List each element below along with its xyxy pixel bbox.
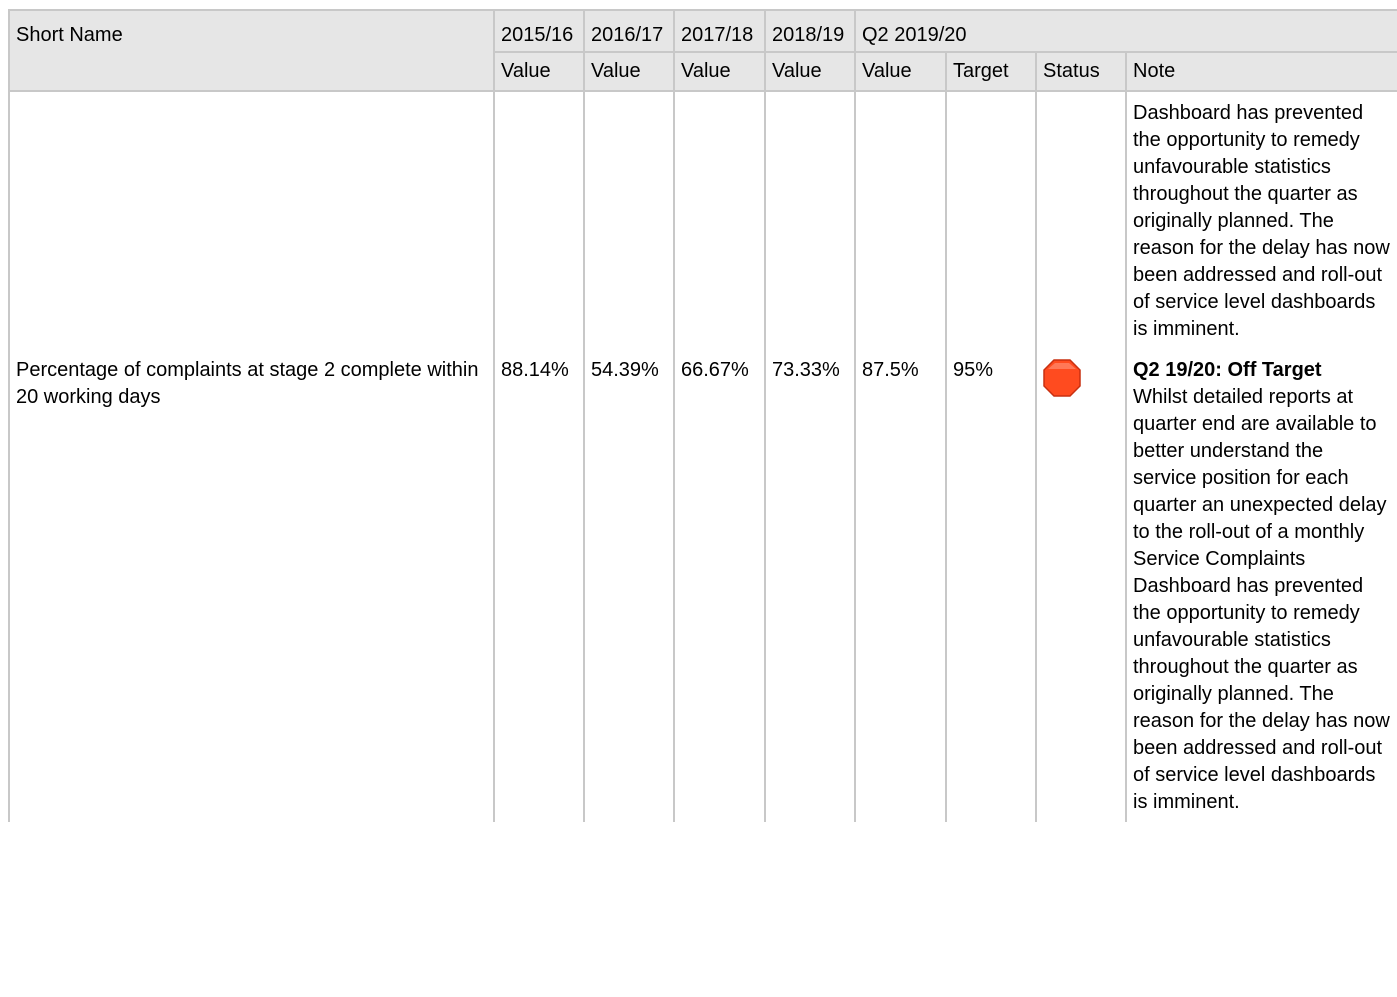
sub-target: Target xyxy=(945,51,1037,92)
status-cell xyxy=(1035,349,1127,822)
value-2016: 54.39% xyxy=(583,349,675,822)
table-row: Percentage of complaints at stage 2 comp… xyxy=(8,349,1397,822)
value-2018: 73.33% xyxy=(764,349,856,822)
col-quarter: Q2 2019/20 xyxy=(853,9,1397,53)
cell-empty xyxy=(1035,91,1127,349)
sub-value-2017: Value xyxy=(673,51,766,92)
cell-empty xyxy=(583,91,675,349)
cell-empty xyxy=(945,91,1037,349)
sub-status: Status xyxy=(1035,51,1127,92)
col-short-name: Short Name xyxy=(8,9,495,92)
col-year-2016: 2016/17 xyxy=(583,9,675,53)
short-name-cell: Percentage of complaints at stage 2 comp… xyxy=(8,349,495,822)
sub-value-2015: Value xyxy=(493,51,585,92)
note-cell: Q2 19/20: Off Target Whilst detailed rep… xyxy=(1124,349,1397,822)
cell-empty xyxy=(8,91,495,349)
cell-empty xyxy=(673,91,766,349)
sub-value-2018: Value xyxy=(764,51,856,92)
cell-empty xyxy=(764,91,856,349)
note-body: Whilst detailed reports at quarter end a… xyxy=(1133,386,1390,813)
red-octagon-icon xyxy=(1043,359,1081,397)
performance-table: Short Name 2015/16 2016/17 2017/18 2018/… xyxy=(8,9,1397,822)
sub-value-2016: Value xyxy=(583,51,675,92)
target-cell: 95% xyxy=(945,349,1037,822)
value-2017: 66.67% xyxy=(673,349,766,822)
note-heading: Q2 19/20: Off Target xyxy=(1133,359,1322,381)
cell-empty xyxy=(493,91,585,349)
note-continued: Dashboard has prevented the opportunity … xyxy=(1124,91,1397,349)
value-q2: 87.5% xyxy=(854,349,947,822)
cell-empty xyxy=(854,91,947,349)
sub-note: Note xyxy=(1124,51,1397,92)
table-row-continued: Dashboard has prevented the opportunity … xyxy=(8,91,1397,349)
col-year-2017: 2017/18 xyxy=(673,9,766,53)
col-year-2015: 2015/16 xyxy=(493,9,585,53)
sub-value-q2: Value xyxy=(854,51,947,92)
col-year-2018: 2018/19 xyxy=(764,9,856,53)
value-2015: 88.14% xyxy=(493,349,585,822)
